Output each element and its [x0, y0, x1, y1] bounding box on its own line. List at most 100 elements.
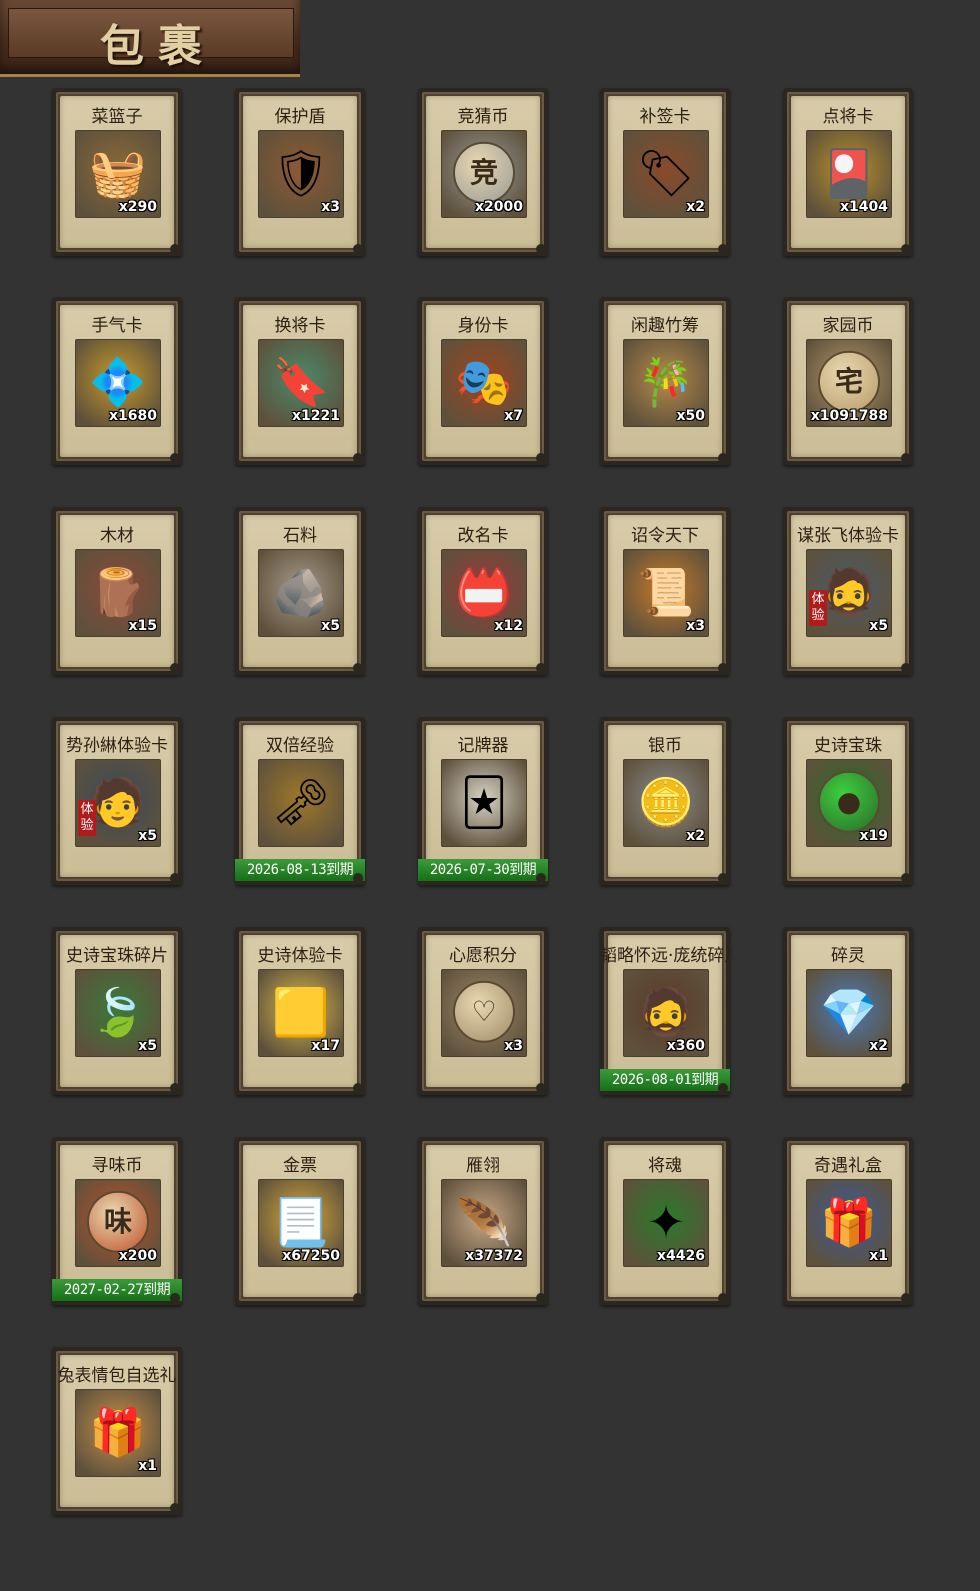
inventory-item[interactable]: 史诗宝珠 ● x19	[783, 717, 913, 885]
item-name: 心愿积分	[449, 946, 517, 966]
item-icon-slot: 🎁 x1	[806, 1179, 892, 1267]
item-name: 银币	[648, 736, 682, 756]
item-icon: 🎁	[89, 1405, 147, 1460]
item-icon-slot: 📜 x3	[623, 549, 709, 637]
inventory-item[interactable]: 家园币宅 x1091788	[783, 297, 913, 465]
item-count: x2	[686, 199, 705, 215]
item-name: 菜篮子	[91, 107, 143, 127]
item-icon: 🪨	[272, 565, 330, 620]
inventory-item[interactable]: 心愿积分 ♡ x3	[418, 927, 548, 1095]
item-count: x2	[686, 828, 705, 844]
item-icon: 🪵	[89, 565, 147, 620]
item-icon-slot: 🎋 x50	[623, 339, 709, 427]
inventory-item[interactable]: 闲趣竹筹 🎋 x50	[600, 297, 730, 465]
inventory-item[interactable]: 石料 🪨 x5	[235, 507, 365, 675]
item-icon-slot: 🛡 x3	[258, 130, 344, 218]
item-name: 雁翎	[466, 1156, 500, 1176]
item-name: 手气卡	[91, 316, 143, 336]
inventory-item[interactable]: 银币 🪙 x2	[600, 717, 730, 885]
item-icon: 🎭	[455, 355, 513, 410]
inventory-item[interactable]: 谋张飞体验卡 🧔 体验 x5	[783, 507, 913, 675]
item-icon: 🧔	[637, 985, 695, 1040]
item-count: x360	[666, 1038, 705, 1054]
item-icon: 味	[87, 1190, 149, 1253]
inventory-item[interactable]: 诏令天下 📜 x3	[600, 507, 730, 675]
item-icon-slot: 🍃 x5	[75, 969, 161, 1057]
item-name: 家园币	[822, 316, 874, 336]
inventory-item[interactable]: 保护盾 🛡 x3	[235, 88, 365, 256]
item-icon: 🧺	[89, 146, 147, 201]
inventory-item[interactable]: 竞猜币竞 x2000	[418, 88, 548, 256]
item-icon: 🛡	[271, 146, 331, 201]
inventory-item[interactable]: 改名卡 📛 x12	[418, 507, 548, 675]
item-icon-slot: 🎴 x1404	[806, 130, 892, 218]
inventory-item[interactable]: 身份卡 🎭 x7	[418, 297, 548, 465]
inventory-item[interactable]: 寻味币味 x200 2027-02-27到期	[52, 1137, 182, 1305]
inventory-item[interactable]: 韬略怀远·庞统碎片 🧔 x360 2026-08-01到期	[600, 927, 730, 1095]
item-name: 金票	[283, 1156, 317, 1176]
inventory-item[interactable]: 换将卡 🔖 x1221	[235, 297, 365, 465]
inventory-item[interactable]: 菜篮子 🧺 x290	[52, 88, 182, 256]
inventory-item[interactable]: 史诗宝珠碎片 🍃 x5	[52, 927, 182, 1095]
item-icon-slot: ✦ x4426	[623, 1179, 709, 1267]
item-count: x17	[311, 1038, 340, 1054]
item-expiry: 2026-08-13到期	[235, 859, 365, 881]
inventory-item[interactable]: 势孙綝体验卡 🧑 体验 x5	[52, 717, 182, 885]
item-count: x4426	[657, 1248, 705, 1264]
item-icon-slot: ♡ x3	[441, 969, 527, 1057]
inventory-item[interactable]: 史诗体验卡 🟨 x17	[235, 927, 365, 1095]
inventory-item[interactable]: 点将卡 🎴 x1404	[783, 88, 913, 256]
item-count: x5	[869, 618, 888, 634]
item-count: x50	[676, 408, 705, 424]
inventory-item[interactable]: 双倍经验 🗝 2026-08-13到期	[235, 717, 365, 885]
item-count: x15	[128, 618, 157, 634]
inventory-item[interactable]: 记牌器 🃏 2026-07-30到期	[418, 717, 548, 885]
inventory-item[interactable]: 补签卡 🏷 x2	[600, 88, 730, 256]
item-count: x5	[138, 1038, 157, 1054]
item-icon: 🎴	[820, 146, 878, 201]
item-name: 谋张飞体验卡	[797, 526, 899, 546]
panel-title: 包裹	[100, 21, 216, 72]
item-icon-slot: ● x19	[806, 759, 892, 847]
item-count: x7	[504, 408, 523, 424]
item-icon-slot: 味 x200	[75, 1179, 161, 1267]
item-count: x1221	[292, 408, 340, 424]
item-icon: 💎	[820, 985, 878, 1040]
item-icon-slot: 🧔 体验 x5	[806, 549, 892, 637]
item-icon: 宅	[818, 350, 880, 413]
item-icon-slot: 📃 x67250	[258, 1179, 344, 1267]
item-count: x67250	[282, 1248, 340, 1264]
item-count: x19	[859, 828, 888, 844]
item-icon-slot: 🃏	[441, 759, 527, 847]
item-name: 石料	[283, 526, 317, 546]
inventory-item[interactable]: 手气卡 💠 x1680	[52, 297, 182, 465]
item-icon-slot: 🧺 x290	[75, 130, 161, 218]
item-name: 保护盾	[274, 107, 326, 127]
inventory-item[interactable]: 金票 📃 x67250	[235, 1137, 365, 1305]
inventory-item[interactable]: 将魂 ✦ x4426	[600, 1137, 730, 1305]
inventory-item[interactable]: 碎灵 💎 x2	[783, 927, 913, 1095]
item-name: 奇遇礼盒	[814, 1156, 882, 1176]
item-name: 竞猜币	[457, 107, 509, 127]
trial-tag: 体验	[809, 590, 827, 626]
inventory-item[interactable]: 木材 🪵 x15	[52, 507, 182, 675]
item-icon-slot: 🪶 x37372	[441, 1179, 527, 1267]
item-icon: 🍃	[89, 985, 147, 1040]
item-icon-slot: 竞 x2000	[441, 130, 527, 218]
inventory-item[interactable]: 兔表情包自选礼 🎁 x1	[52, 1347, 182, 1515]
item-name: 史诗体验卡	[257, 946, 343, 966]
inventory-item[interactable]: 雁翎 🪶 x37372	[418, 1137, 548, 1305]
item-icon: ♡	[453, 980, 515, 1043]
item-icon-slot: 🔖 x1221	[258, 339, 344, 427]
item-name: 换将卡	[274, 316, 326, 336]
item-icon-slot: 🟨 x17	[258, 969, 344, 1057]
item-name: 点将卡	[822, 107, 874, 127]
item-icon-slot: 🎭 x7	[441, 339, 527, 427]
item-name: 双倍经验	[266, 736, 334, 756]
item-icon-slot: 🪨 x5	[258, 549, 344, 637]
item-icon-slot: 🎁 x1	[75, 1389, 161, 1477]
item-icon: ●	[818, 770, 880, 833]
item-expiry: 2027-02-27到期	[52, 1279, 182, 1301]
inventory-item[interactable]: 奇遇礼盒 🎁 x1	[783, 1137, 913, 1305]
item-icon: ✦	[646, 1195, 686, 1250]
